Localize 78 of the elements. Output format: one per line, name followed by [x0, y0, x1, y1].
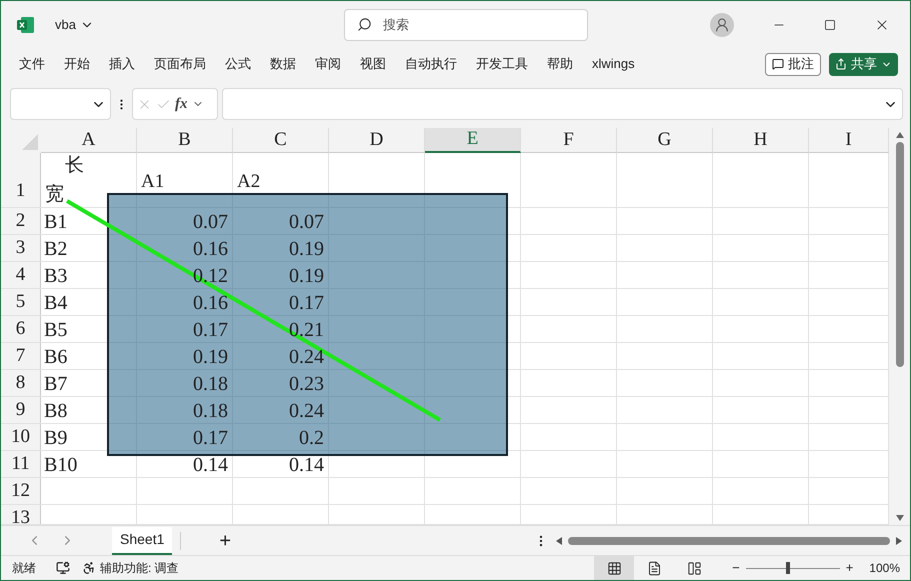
row-header[interactable]: 8 — [1, 370, 41, 396]
accessibility-status[interactable]: 辅助功能: 调查 — [100, 559, 179, 577]
cell-text: 0.19 — [193, 345, 228, 369]
cell-text: 0.14 — [289, 453, 324, 477]
row-header[interactable]: 10 — [1, 424, 41, 450]
share-button[interactable]: 共享 — [829, 52, 898, 76]
ribbon-tab[interactable]: xlwings — [592, 54, 635, 74]
ribbon-tab[interactable]: 开始 — [64, 54, 90, 74]
ribbon-tab[interactable]: 帮助 — [547, 54, 573, 74]
cell-text: 0.16 — [193, 291, 228, 315]
row-header[interactable]: 4 — [1, 262, 41, 288]
column-header[interactable]: F — [521, 128, 617, 153]
ribbon-tab[interactable]: 插入 — [109, 54, 135, 74]
add-sheet-button[interactable]: + — [219, 526, 232, 556]
row-header[interactable]: 9 — [1, 397, 41, 423]
cell-text: 0.17 — [289, 291, 324, 315]
cell-text: A1 — [141, 172, 164, 192]
ribbon-tab[interactable]: 数据 — [270, 54, 296, 74]
cell-text: 0.07 — [289, 210, 324, 234]
cell-text: 0.24 — [289, 399, 324, 423]
zoom-percentage[interactable]: 100% — [869, 559, 900, 577]
ribbon-tab[interactable]: 审阅 — [315, 54, 341, 74]
cell-text: B5 — [44, 318, 68, 342]
ribbon-tab[interactable]: 自动执行 — [405, 54, 457, 74]
row-header[interactable]: 1 — [1, 153, 41, 207]
row-header[interactable]: 13 — [1, 505, 41, 524]
row-header[interactable]: 5 — [1, 289, 41, 315]
column-header[interactable]: C — [233, 128, 329, 153]
column-header[interactable]: G — [617, 128, 713, 153]
search-field[interactable]: 搜索 — [344, 8, 588, 40]
cell-text: 0.18 — [193, 372, 228, 396]
cell-text: 0.17 — [193, 318, 228, 342]
column-header[interactable]: B — [137, 128, 233, 153]
cell-text: 长 — [64, 154, 84, 178]
cell-text: 0.2 — [299, 426, 324, 450]
cell-text: 0.23 — [289, 372, 324, 396]
file-name-button[interactable]: vba — [55, 14, 94, 34]
ribbon-tab[interactable]: 页面布局 — [154, 54, 206, 74]
row-header[interactable]: 3 — [1, 235, 41, 261]
cell-text: 0.16 — [193, 237, 228, 261]
cell-text: 0.18 — [193, 399, 228, 423]
ribbon-tab[interactable]: 视图 — [360, 54, 386, 74]
cell-text: B9 — [44, 426, 68, 450]
row-header[interactable]: 6 — [1, 316, 41, 342]
cell-text: 宽 — [45, 183, 64, 207]
ribbon-tab[interactable]: 开发工具 — [476, 54, 528, 74]
column-header[interactable]: A — [41, 128, 137, 153]
cell-text: 0.19 — [289, 237, 324, 261]
column-header[interactable]: E — [425, 128, 521, 153]
comment-button[interactable]: 批注 — [765, 52, 821, 76]
row-header[interactable]: 2 — [1, 208, 41, 234]
cell-text: B4 — [44, 291, 68, 315]
cell-text: 0.19 — [289, 264, 324, 288]
column-header[interactable]: H — [713, 128, 809, 153]
zoom-out-button[interactable]: − — [732, 558, 740, 578]
cell-text: B7 — [44, 372, 68, 396]
cell-text: 0.14 — [193, 453, 228, 477]
cell-text: B8 — [44, 399, 68, 423]
ribbon-tab[interactable]: 公式 — [225, 54, 251, 74]
cell-text: 0.12 — [193, 264, 228, 288]
cell-text: 0.07 — [193, 210, 228, 234]
sheet-tab[interactable]: Sheet1 — [112, 526, 172, 554]
row-header[interactable]: 12 — [1, 478, 41, 504]
zoom-in-button[interactable]: + — [846, 558, 854, 578]
cell-text: 0.17 — [193, 426, 228, 450]
cell-text: 0.24 — [289, 345, 324, 369]
insert-function-label[interactable]: fx — [175, 92, 188, 116]
ribbon-tab[interactable]: 文件 — [19, 54, 45, 74]
cell-text: B1 — [44, 210, 68, 234]
row-header[interactable]: 11 — [1, 451, 41, 477]
cell-text: B6 — [44, 345, 68, 369]
cell-text: B2 — [44, 237, 68, 261]
cell-text: B3 — [44, 264, 68, 288]
cell-text: A2 — [237, 172, 260, 192]
row-header[interactable]: 7 — [1, 343, 41, 369]
cell-text: 0.21 — [289, 318, 324, 342]
ready-status: 就绪 — [12, 560, 36, 577]
cell-text: B10 — [44, 453, 78, 477]
